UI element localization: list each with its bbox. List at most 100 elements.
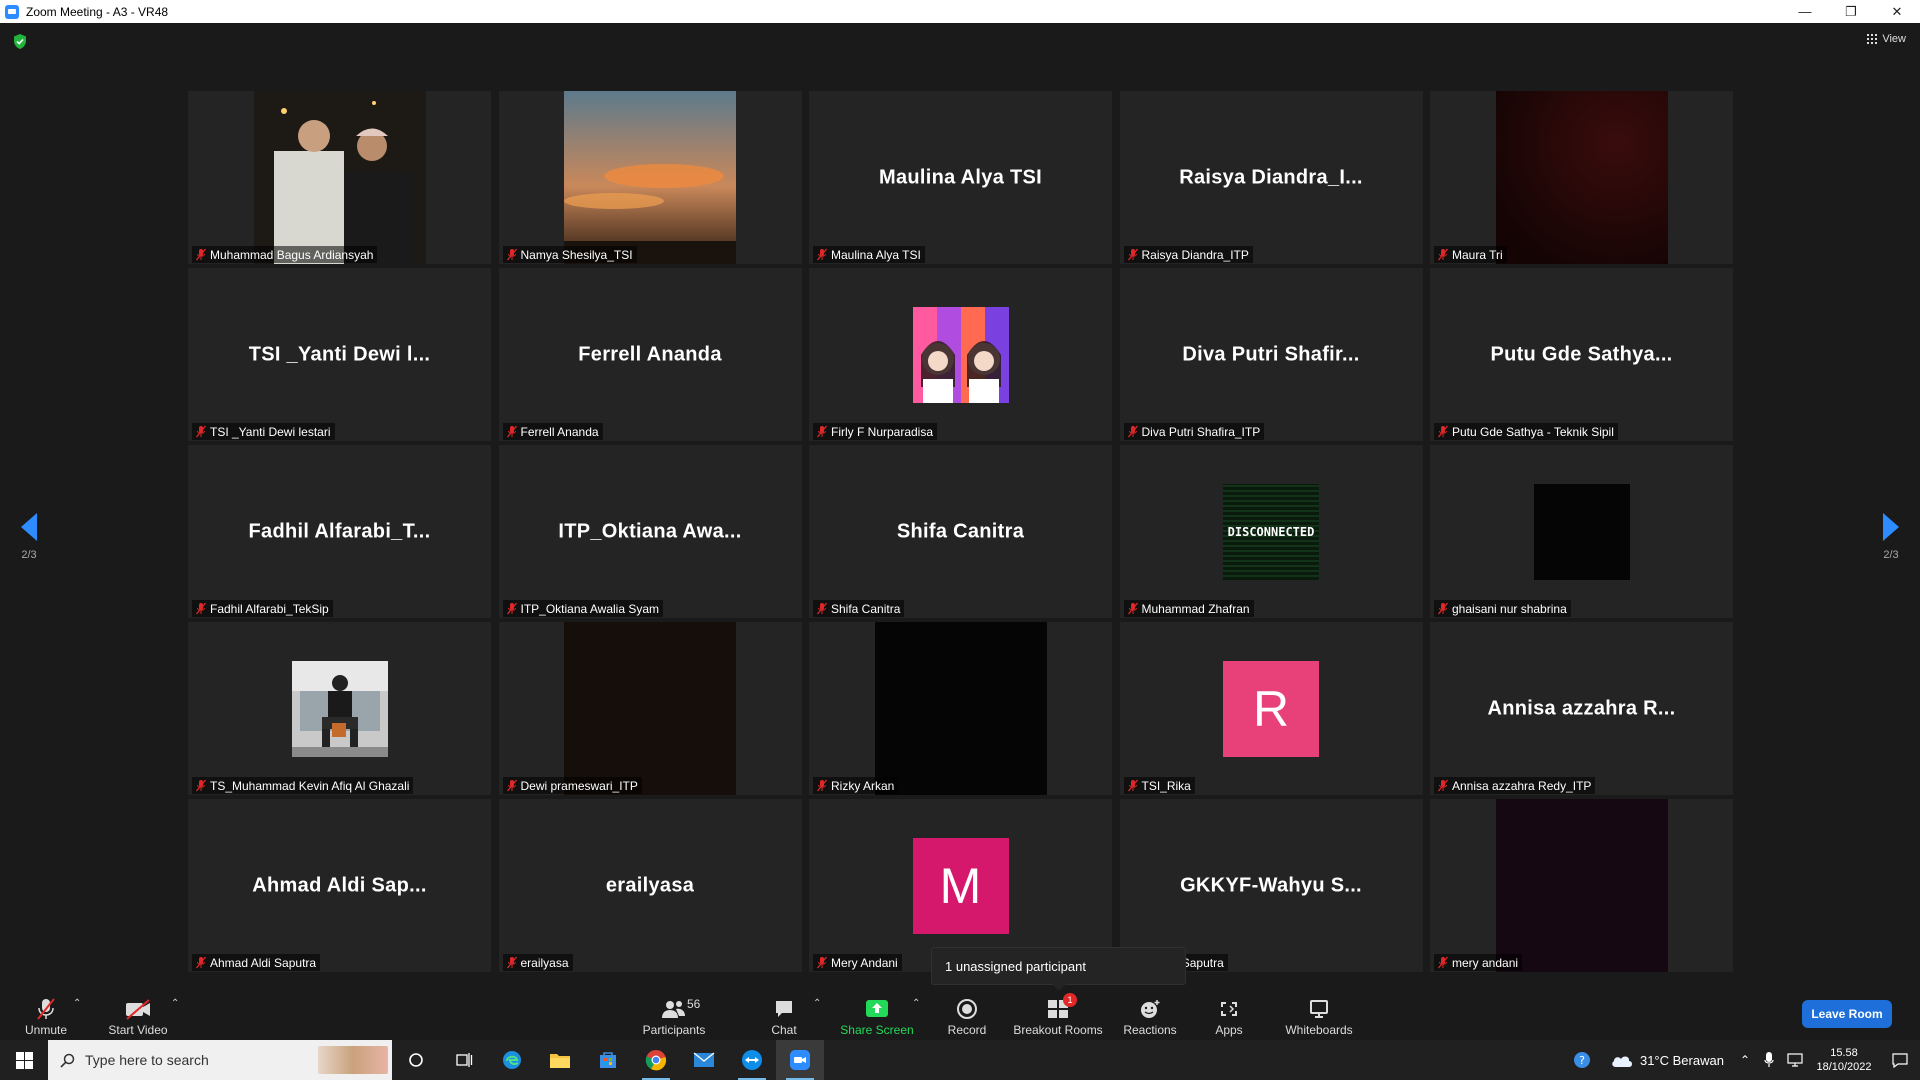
participant-tile[interactable]: Raisya Diandra_I... Raisya Diandra_ITP xyxy=(1119,91,1423,264)
task-view-button[interactable] xyxy=(440,1040,488,1080)
shield-icon[interactable] xyxy=(12,33,28,50)
taskbar-zoom[interactable] xyxy=(776,1040,824,1080)
participant-name-label: Mery Andani xyxy=(813,954,902,971)
microphone-tray-button[interactable] xyxy=(1756,1040,1782,1080)
participant-name: erailyasa xyxy=(520,955,569,970)
participant-name-label: Namya Shesilya_TSI xyxy=(502,246,637,263)
participant-tile[interactable]: Firly F Nurparadisa xyxy=(809,268,1112,441)
participant-tile[interactable]: Diva Putri Shafir... Diva Putri Shafira_I… xyxy=(1119,268,1423,441)
chat-options-caret[interactable]: ⌃ xyxy=(813,998,821,1009)
taskbar-teamviewer[interactable] xyxy=(728,1040,776,1080)
participant-tile[interactable]: erailyasa erailyasa xyxy=(498,799,802,972)
participant-tile[interactable]: TSI _Yanti Dewi l... TSI _Yanti Dewi lest… xyxy=(188,268,491,441)
close-button[interactable]: ✕ xyxy=(1874,0,1920,23)
previous-page-button[interactable]: 2/3 xyxy=(14,513,44,561)
microphone-muted-icon xyxy=(816,602,828,615)
search-highlight-art xyxy=(318,1046,388,1074)
participants-button[interactable]: 56 Participants xyxy=(638,990,710,1040)
whiteboards-button[interactable]: Whiteboards xyxy=(1282,990,1356,1040)
unmute-button[interactable]: Unmute xyxy=(20,990,72,1040)
page-indicator-left: 2/3 xyxy=(21,549,37,561)
weather-widget[interactable]: 31°C Berawan xyxy=(1600,1052,1734,1068)
participant-display-name: GKKYF-Wahyu S... xyxy=(1180,874,1362,896)
participant-name: Firly F Nurparadisa xyxy=(831,424,934,439)
video-off-icon xyxy=(124,997,152,1021)
page-indicator-right: 2/3 xyxy=(1883,549,1899,561)
apps-button[interactable]: Apps xyxy=(1208,990,1250,1040)
cortana-button[interactable] xyxy=(392,1040,440,1080)
microphone-muted-icon xyxy=(195,248,207,261)
participant-tile[interactable]: Ahmad Aldi Sap... Ahmad Aldi Saputra xyxy=(188,799,491,972)
participant-tile[interactable]: TS_Muhammad Kevin Afiq Al Ghazali xyxy=(188,622,491,795)
microphone-muted-icon xyxy=(1437,248,1449,261)
meeting-toolbar: Unmute ⌃ Start Video ⌃ 56 Participants C… xyxy=(0,990,1920,1040)
microphone-muted-icon xyxy=(506,602,517,615)
participant-tile[interactable]: Maulina Alya TSI Maulina Alya TSI xyxy=(809,91,1112,264)
microphone-muted-icon xyxy=(506,956,517,969)
participant-tile[interactable]: Fadhil Alfarabi_T... Fadhil Alfarabi_TekS… xyxy=(188,445,491,618)
microphone-muted-icon xyxy=(816,248,828,261)
taskbar-store[interactable] xyxy=(584,1040,632,1080)
clock-time: 15.58 xyxy=(1830,1047,1858,1059)
start-button[interactable] xyxy=(0,1040,48,1080)
search-placeholder: Type here to search xyxy=(85,1052,209,1068)
system-tray: ? 31°C Berawan ⌃ 15.58 18/10/2022 xyxy=(1564,1040,1920,1080)
taskbar-search-box[interactable]: Type here to search xyxy=(48,1040,392,1080)
participant-name: Maulina Alya TSI xyxy=(831,247,921,262)
network-tray-button[interactable] xyxy=(1782,1040,1808,1080)
share-options-caret[interactable]: ⌃ xyxy=(912,998,920,1009)
start-video-button[interactable]: Start Video xyxy=(106,990,170,1040)
leave-room-button[interactable]: Leave Room xyxy=(1802,1000,1892,1028)
participant-tile[interactable]: DISCONNECTED Muhammad Zhafran xyxy=(1119,445,1423,618)
system-clock[interactable]: 15.58 18/10/2022 xyxy=(1808,1046,1880,1074)
taskbar-chrome[interactable] xyxy=(632,1040,680,1080)
microphone-muted-icon xyxy=(1127,602,1138,615)
arrow-left-icon xyxy=(21,513,37,541)
participant-tile[interactable]: Muhammad Bagus Ardiansyah xyxy=(188,91,491,264)
minimize-button[interactable]: — xyxy=(1782,0,1828,23)
participant-avatar: R xyxy=(1223,660,1319,757)
taskbar-mail[interactable] xyxy=(680,1040,728,1080)
disconnected-text: DISCONNECTED xyxy=(1227,524,1315,539)
taskbar-edge[interactable] xyxy=(488,1040,536,1080)
audio-options-caret[interactable]: ⌃ xyxy=(73,998,81,1009)
participant-tile[interactable]: Putu Gde Sathya... Putu Gde Sathya - Tekn… xyxy=(1430,268,1733,441)
tray-overflow-chevron-icon[interactable]: ⌃ xyxy=(1734,1053,1756,1067)
participant-tile[interactable]: Annisa azzahra R... Annisa azzahra Redy_I… xyxy=(1430,622,1733,795)
participant-tile[interactable]: Rizky Arkan xyxy=(809,622,1112,795)
microphone-muted-icon xyxy=(816,956,828,969)
participant-name-label: Ferrell Ananda xyxy=(502,423,603,440)
gallery-grid: Muhammad Bagus Ardiansyah Namya Shesilya_… xyxy=(188,91,1733,972)
participant-tile[interactable]: ITP_Oktiana Awa... ITP_Oktiana Awalia Sya… xyxy=(498,445,802,618)
participant-tile[interactable]: ghaisani nur shabrina xyxy=(1430,445,1733,618)
participant-tile[interactable]: Maura Tri xyxy=(1430,91,1733,264)
participant-display-name: Ferrell Ananda xyxy=(578,343,722,365)
microphone-muted-icon xyxy=(195,779,207,792)
participant-avatar xyxy=(1533,483,1630,580)
taskbar-file-explorer[interactable] xyxy=(536,1040,584,1080)
participant-tile[interactable]: Dewi prameswari_ITP xyxy=(498,622,802,795)
start-video-label: Start Video xyxy=(108,1023,168,1037)
participant-display-name: TSI _Yanti Dewi l... xyxy=(248,343,431,365)
notifications-button[interactable] xyxy=(1880,1040,1920,1080)
restore-button[interactable]: ❐ xyxy=(1828,0,1874,23)
participant-tile[interactable]: Shifa Canitra Shifa Canitra xyxy=(809,445,1112,618)
breakout-rooms-button[interactable]: 1 Breakout Rooms xyxy=(1012,990,1104,1040)
participant-tile[interactable]: Ferrell Ananda Ferrell Ananda xyxy=(498,268,802,441)
participant-tile[interactable]: mery andani xyxy=(1430,799,1733,972)
participant-tile[interactable]: R TSI_Rika xyxy=(1119,622,1423,795)
participant-tile[interactable]: Namya Shesilya_TSI xyxy=(498,91,802,264)
participant-name: Ferrell Ananda xyxy=(520,424,599,439)
record-label: Record xyxy=(947,1023,987,1037)
mail-icon xyxy=(693,1052,715,1067)
cloud-icon xyxy=(1612,1056,1632,1067)
view-button[interactable]: View xyxy=(1867,33,1906,45)
reactions-button[interactable]: Reactions xyxy=(1120,990,1180,1040)
chat-button[interactable]: Chat xyxy=(760,990,808,1040)
share-screen-button[interactable]: Share Screen xyxy=(840,990,914,1040)
video-options-caret[interactable]: ⌃ xyxy=(171,998,179,1009)
record-button[interactable]: Record xyxy=(942,990,992,1040)
next-page-button[interactable]: 2/3 xyxy=(1876,513,1906,561)
participant-name: Raisya Diandra_ITP xyxy=(1141,247,1249,262)
help-tray-button[interactable]: ? xyxy=(1564,1040,1600,1080)
